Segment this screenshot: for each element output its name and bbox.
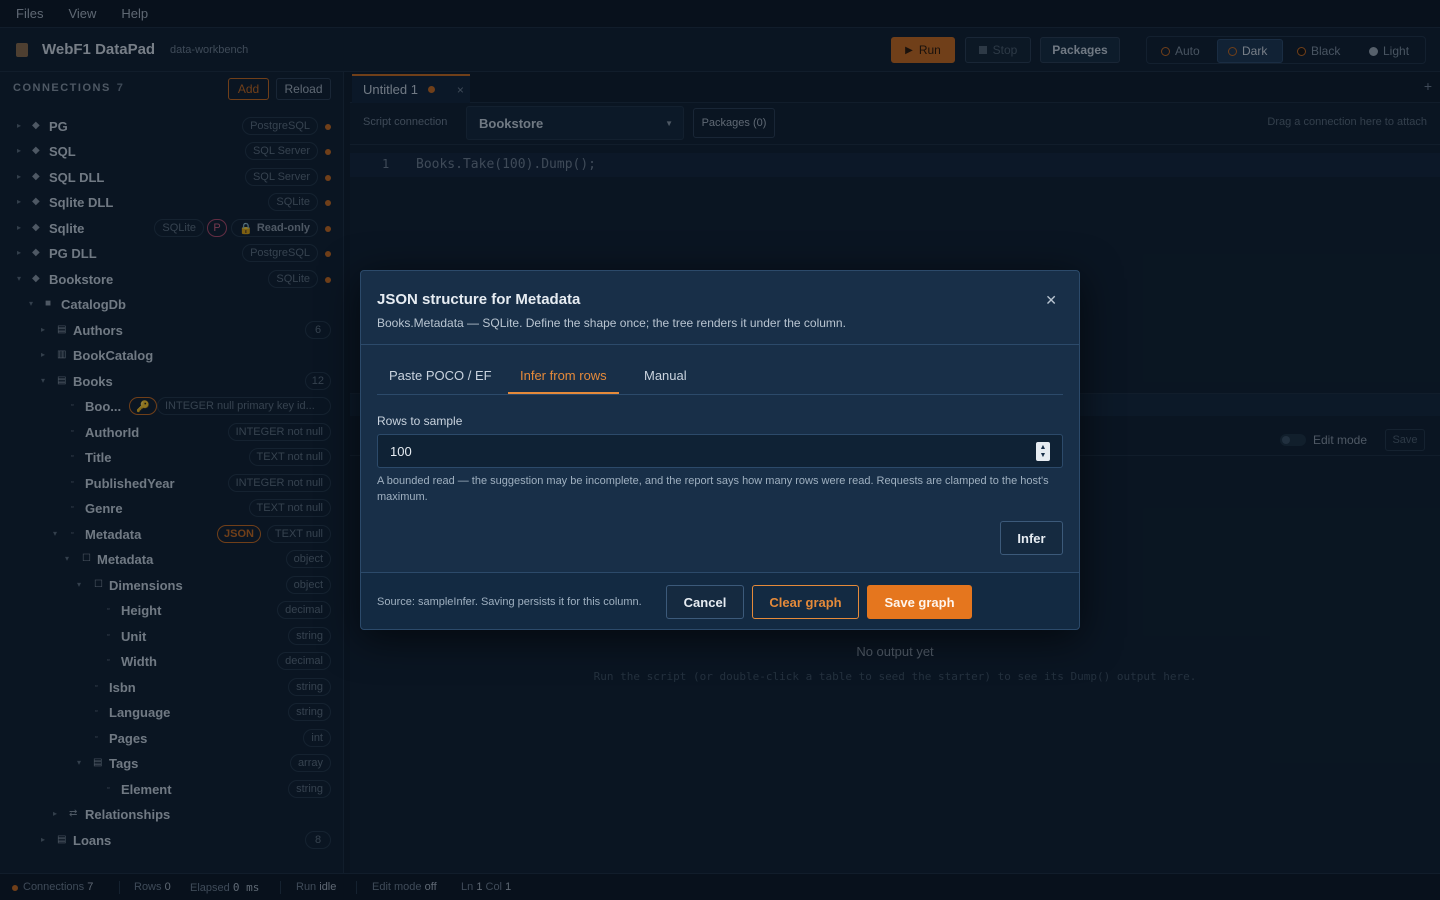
json-structure-dialog: JSON structure for Metadata Books.Metada… (360, 270, 1080, 630)
source-note: Source: sampleInfer. Saving persists it … (377, 596, 642, 608)
dialog-footer: Source: sampleInfer. Saving persists it … (361, 572, 1079, 629)
rows-to-sample-label: Rows to sample (377, 414, 463, 428)
divider (361, 344, 1079, 345)
infer-button[interactable]: Infer (1000, 521, 1063, 555)
rows-to-sample-input[interactable]: 100 ▲ ▼ (377, 434, 1063, 468)
dialog-tabs: Paste POCO / EF Infer from rows Manual (377, 360, 1063, 395)
save-graph-button[interactable]: Save graph (867, 585, 972, 619)
dialog-subtitle: Books.Metadata — SQLite. Define the shap… (377, 316, 846, 330)
clear-graph-button[interactable]: Clear graph (752, 585, 859, 619)
rows-help-text: A bounded read — the suggestion may be i… (377, 475, 1049, 503)
stepper-icon[interactable]: ▲ ▼ (1036, 442, 1050, 461)
tab-paste-poco[interactable]: Paste POCO / EF (389, 368, 492, 383)
cancel-button[interactable]: Cancel (666, 585, 744, 619)
tab-manual[interactable]: Manual (644, 368, 687, 383)
tab-infer-from-rows[interactable]: Infer from rows (508, 368, 619, 394)
close-icon[interactable]: ✕ (1045, 292, 1057, 309)
dialog-title: JSON structure for Metadata (377, 291, 581, 308)
